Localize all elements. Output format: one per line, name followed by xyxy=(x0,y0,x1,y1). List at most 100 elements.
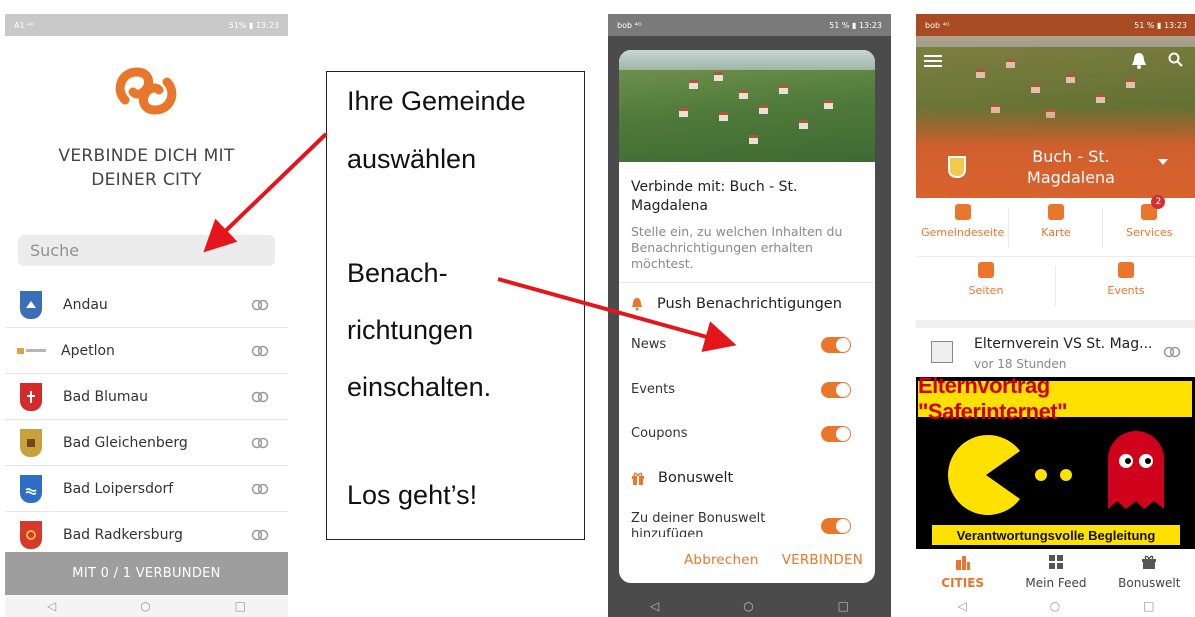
phone-screen-notifications: bob ⁴ᴳ 51 % ▮ 13:23 Verbinde mit: Buch -… xyxy=(608,14,891,617)
quicklinks-row-2: Seiten Events xyxy=(916,262,1195,314)
events-toggle[interactable] xyxy=(821,382,851,398)
status-network: bob ⁴ᴳ xyxy=(925,20,950,30)
dialog-description: Stelle ein, zu welchen Inhalten du Benac… xyxy=(631,224,843,271)
city-header: Buch - St. Magdalena xyxy=(916,14,1195,198)
page-title: VERBINDE DICH MIT DEINER CITY xyxy=(5,144,288,192)
tab-mein-feed[interactable]: Mein Feed xyxy=(1009,549,1102,595)
chevron-down-icon[interactable] xyxy=(1158,159,1168,166)
toggle-label: News xyxy=(631,337,667,352)
android-nav-bar: ◁ ○ □ xyxy=(608,595,891,617)
link-icon xyxy=(251,391,269,402)
city-item-andau[interactable]: Andau xyxy=(5,282,288,328)
city-name: Apetlon xyxy=(61,342,115,359)
news-toggle[interactable] xyxy=(821,337,851,353)
quicklink-gemeindeseite[interactable]: Gemeindeseite xyxy=(916,204,1010,256)
city-name: Bad Loipersdorf xyxy=(63,480,174,497)
bonus-toggle[interactable] xyxy=(821,518,851,534)
bell-icon[interactable] xyxy=(1131,52,1147,69)
city-name: Bad Gleichenberg xyxy=(63,434,188,451)
toggle-row-events: Events xyxy=(631,382,863,398)
city-list: Andau Apetlon Bad Blumau Bad Gleichenber… xyxy=(5,282,288,558)
link-icon xyxy=(251,437,269,448)
city-item-bad-blumau[interactable]: Bad Blumau xyxy=(5,374,288,420)
link-icon xyxy=(251,483,269,494)
phone-screen-city-home: bob ⁴ᴳ 51 % ▮ 13:23 Buch - St. Magdalena… xyxy=(916,14,1195,617)
recents-icon[interactable]: □ xyxy=(1143,599,1154,613)
city-crest-icon xyxy=(948,156,966,178)
crest-icon xyxy=(20,290,42,319)
push-section-label: Push Benachrichtigungen xyxy=(657,296,842,312)
link-icon xyxy=(251,299,269,310)
connect-dialog: Verbinde mit: Buch - St. Magdalena Stell… xyxy=(619,50,875,583)
tab-bonuswelt[interactable]: Bonuswelt xyxy=(1103,549,1195,595)
instruction-line: Los geht’s! xyxy=(347,480,478,510)
post-image-banner[interactable]: Elternvortrag "Saferinternet" Verantwort… xyxy=(916,377,1195,549)
city-name: Bad Blumau xyxy=(63,388,148,405)
quicklink-services[interactable]: 2 Services xyxy=(1103,195,1195,256)
recents-icon[interactable]: □ xyxy=(838,599,849,613)
menu-icon[interactable] xyxy=(924,54,942,68)
map-icon xyxy=(1047,204,1064,220)
quicklink-label: Seiten xyxy=(968,284,1004,297)
home-icon[interactable]: ○ xyxy=(140,599,150,613)
quicklink-label: Services xyxy=(1126,226,1173,239)
status-bar: bob ⁴ᴳ 51 % ▮ 13:23 xyxy=(608,14,891,36)
instruction-line: einschalten. xyxy=(347,372,492,402)
search-input[interactable] xyxy=(18,235,275,266)
quicklink-karte[interactable]: Karte xyxy=(1009,204,1103,256)
connect-button[interactable]: VERBINDEN xyxy=(782,552,863,568)
toggle-row-news: News xyxy=(631,337,863,353)
push-section-header: Push Benachrichtigungen xyxy=(631,296,842,312)
android-nav-bar: ◁ ○ □ xyxy=(916,595,1195,617)
gift-icon xyxy=(632,472,644,485)
status-bar: A1 ⁴ᴳ 51% ▮ 13:23 xyxy=(5,14,288,36)
quicklink-seiten[interactable]: Seiten xyxy=(916,262,1056,314)
recents-icon[interactable]: □ xyxy=(235,599,246,613)
back-icon[interactable]: ◁ xyxy=(650,599,659,613)
services-icon: 2 xyxy=(1141,195,1166,220)
instruction-line: Benach- xyxy=(347,258,448,288)
tab-label: Bonuswelt xyxy=(1118,576,1181,590)
quicklink-label: Gemeindeseite xyxy=(921,226,1005,239)
gift-icon xyxy=(1142,555,1157,569)
status-network: bob ⁴ᴳ xyxy=(617,20,642,30)
title-line-1: VERBINDE DICH MIT xyxy=(58,146,235,166)
back-icon[interactable]: ◁ xyxy=(47,599,56,613)
toggle-label: Coupons xyxy=(631,426,688,441)
home-icon[interactable]: ○ xyxy=(743,599,753,613)
dialog-title: Verbinde mit: Buch - St. Magdalena xyxy=(631,179,798,214)
crest-icon xyxy=(20,520,42,549)
post-time: vor 18 Stunden xyxy=(974,357,1067,371)
toggle-label: Zu deiner Bonuswelt hinzufügen xyxy=(631,511,766,537)
status-battery-time: 51% ▮ 13:23 xyxy=(228,20,279,30)
city-name-selector[interactable]: Buch - St. Magdalena xyxy=(986,146,1156,188)
home-icon[interactable]: ○ xyxy=(1050,599,1060,613)
link-icon xyxy=(251,345,269,356)
banner-subtitle: Verantwortungsvolle Begleitung xyxy=(932,525,1180,545)
app-logo-icon xyxy=(115,67,177,115)
city-item-bad-gleichenberg[interactable]: Bad Gleichenberg xyxy=(5,420,288,466)
city-item-apetlon[interactable]: Apetlon xyxy=(5,328,288,374)
link-icon[interactable] xyxy=(1162,345,1182,359)
feed-post-header[interactable]: Elternverein VS St. Mag... vor 18 Stunde… xyxy=(916,331,1195,377)
search-icon[interactable] xyxy=(1168,52,1183,67)
crest-icon xyxy=(20,428,42,457)
townhall-icon xyxy=(954,204,971,220)
instruction-line: richtungen xyxy=(347,315,474,345)
cancel-button[interactable]: Abbrechen xyxy=(684,552,759,568)
title-line-2: DEINER CITY xyxy=(91,170,202,190)
connected-count-button[interactable]: MIT 0 / 1 VERBUNDEN xyxy=(5,552,288,595)
coupons-toggle[interactable] xyxy=(821,426,851,442)
town-aerial-photo xyxy=(619,50,875,162)
avatar xyxy=(931,341,953,363)
city-name: Andau xyxy=(63,296,108,313)
tab-cities[interactable]: CITIES xyxy=(916,549,1009,595)
bonus-section-header: Bonuswelt xyxy=(631,470,733,486)
back-icon[interactable]: ◁ xyxy=(957,599,966,613)
city-item-bad-loipersdorf[interactable]: Bad Loipersdorf xyxy=(5,466,288,512)
tab-label: Mein Feed xyxy=(1025,576,1087,590)
quicklink-events[interactable]: Events xyxy=(1056,262,1195,314)
pages-icon xyxy=(978,262,994,278)
crest-icon xyxy=(20,474,42,503)
instruction-line: Ihre Gemeinde xyxy=(347,86,526,116)
